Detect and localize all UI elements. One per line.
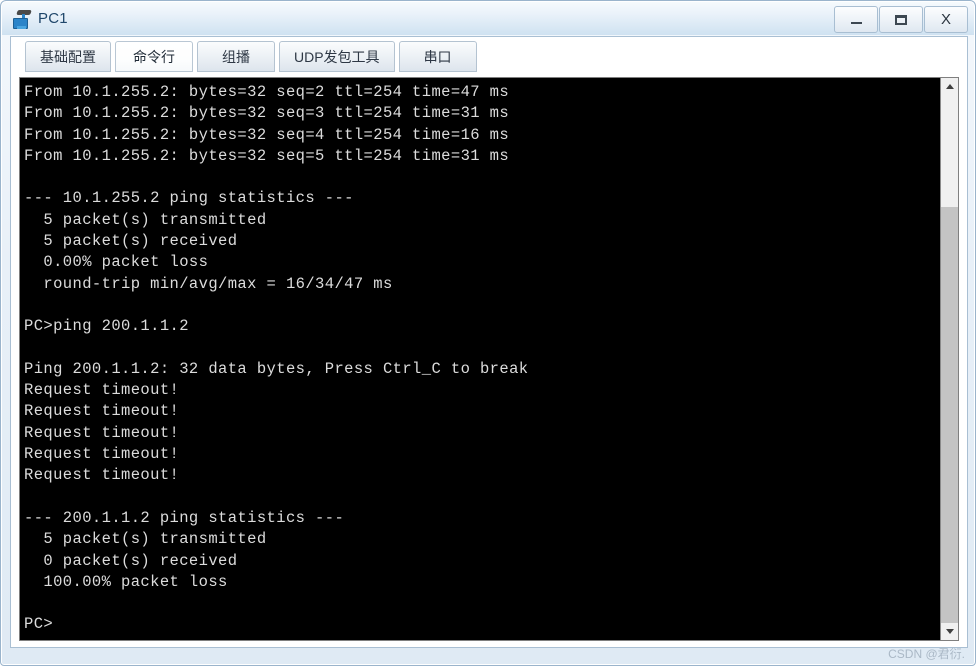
tab-multicast[interactable]: 组播: [197, 41, 275, 72]
terminal-container: From 10.1.255.2: bytes=32 seq=2 ttl=254 …: [19, 77, 959, 641]
tab-strip: 基础配置 命令行 组播 UDP发包工具 串口: [11, 37, 967, 76]
terminal-line: --- 10.1.255.2 ping statistics ---: [24, 189, 354, 208]
tab-label: 串口: [423, 48, 452, 65]
tab-serial-port[interactable]: 串口: [398, 41, 477, 72]
terminal-line: 0.00% packet loss: [24, 253, 209, 272]
terminal-line: From 10.1.255.2: bytes=32 seq=5 ttl=254 …: [24, 146, 510, 165]
terminal-line: Request timeout!: [24, 423, 180, 442]
chevron-down-icon: [945, 629, 954, 634]
pc-terminal-icon: [12, 9, 32, 29]
tab-label: 基础配置: [40, 48, 96, 65]
tab-label: 组播: [222, 48, 250, 65]
content-panel: 基础配置 命令行 组播 UDP发包工具 串口 From 10.1.255.2: …: [10, 36, 968, 648]
terminal-line: From 10.1.255.2: bytes=32 seq=2 ttl=254 …: [24, 83, 510, 101]
tab-basic-config[interactable]: 基础配置: [25, 41, 111, 72]
tab-command-line[interactable]: 命令行: [115, 41, 193, 72]
terminal-line: 5 packet(s) transmitted: [24, 210, 267, 229]
close-icon: X: [940, 11, 951, 28]
terminal-line: --- 200.1.1.2 ping statistics ---: [24, 508, 345, 527]
window-titlebar: PC1 X: [2, 2, 974, 35]
tab-label: UDP发包工具: [294, 48, 380, 65]
terminal-line: PC>ping 200.1.1.2: [24, 317, 189, 336]
terminal-line: 0 packet(s) received: [24, 551, 238, 570]
terminal-line: From 10.1.255.2: bytes=32 seq=3 ttl=254 …: [24, 104, 510, 123]
pc1-window: PC1 X 基础配置 命令行 组播 UDP发包工具 串口 From 10.1.2…: [0, 0, 976, 666]
maximize-button[interactable]: [879, 6, 923, 33]
minimize-button[interactable]: [834, 6, 878, 33]
terminal-line: Request timeout!: [24, 381, 180, 400]
watermark: CSDN @君衍.: [888, 647, 965, 661]
terminal-line: 5 packet(s) received: [24, 232, 238, 251]
terminal-line: 100.00% packet loss: [24, 572, 228, 591]
chevron-up-icon: [945, 84, 954, 89]
scroll-up-button[interactable]: [941, 78, 958, 95]
terminal-line: PC>: [24, 615, 54, 634]
tab-label: 命令行: [133, 48, 175, 65]
terminal-output[interactable]: From 10.1.255.2: bytes=32 seq=2 ttl=254 …: [20, 78, 939, 640]
terminal-line: Request timeout!: [24, 466, 180, 485]
terminal-line: Ping 200.1.1.2: 32 data bytes, Press Ctr…: [24, 359, 529, 378]
terminal-line: Request timeout!: [24, 445, 180, 464]
terminal-line: 5 packet(s) transmitted: [24, 530, 267, 549]
terminal-scrollbar[interactable]: [940, 78, 958, 640]
maximize-icon: [895, 14, 907, 25]
terminal-line: Request timeout!: [24, 402, 180, 421]
scroll-down-button[interactable]: [941, 623, 958, 640]
scrollbar-thumb[interactable]: [941, 207, 958, 623]
terminal-line: From 10.1.255.2: bytes=32 seq=4 ttl=254 …: [24, 125, 510, 144]
tab-udp-packet-tool[interactable]: UDP发包工具: [279, 41, 395, 72]
scrollbar-track[interactable]: [941, 95, 958, 623]
terminal-line: round-trip min/avg/max = 16/34/47 ms: [24, 274, 393, 293]
window-title: PC1: [38, 10, 68, 27]
minimize-icon: [850, 22, 862, 24]
window-controls: X: [834, 6, 968, 33]
close-button[interactable]: X: [924, 6, 968, 33]
